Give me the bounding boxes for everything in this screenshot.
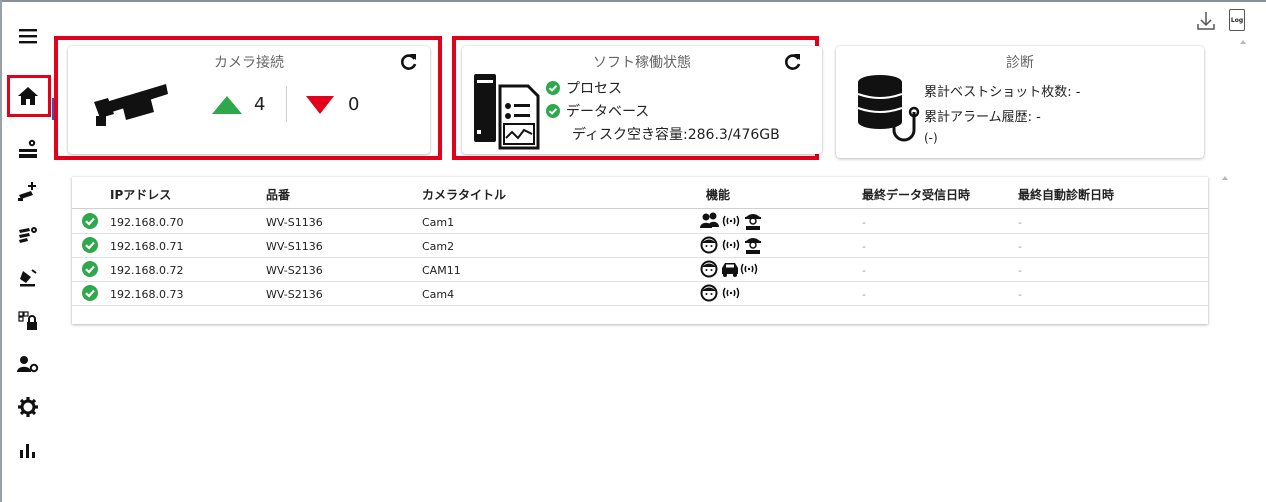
- cell-ip: 192.168.0.70: [110, 216, 184, 229]
- table-header: IPアドレス 品番 カメラタイトル 機能 最終データ受信日時 最終自動診断日時: [72, 177, 1208, 209]
- connection-divider: [286, 86, 287, 122]
- menu-icon[interactable]: [2, 16, 54, 56]
- alarm-icon[interactable]: [2, 258, 54, 298]
- device-lock-icon[interactable]: [2, 301, 54, 341]
- server-report-icon: [474, 74, 540, 150]
- cell-title: Cam1: [422, 216, 455, 229]
- check-icon: [82, 237, 98, 253]
- camera-connection-card: カメラ接続 4 0: [68, 46, 430, 154]
- face-icon: [700, 260, 718, 278]
- connected-count: 4: [254, 94, 266, 115]
- radio-waves-icon: [722, 287, 740, 299]
- cell-last-diag: -: [1018, 216, 1022, 229]
- check-icon: [82, 213, 98, 229]
- cell-title: Cam2: [422, 240, 455, 253]
- cell-last-data: -: [862, 240, 866, 253]
- user-settings-icon[interactable]: [2, 344, 54, 384]
- cell-model: WV-S1136: [266, 216, 323, 229]
- download-icon[interactable]: [1195, 10, 1217, 36]
- software-status-title: ソフト稼働状態: [593, 55, 691, 71]
- scroll-up-arrow[interactable]: [1240, 40, 1246, 44]
- car-icon: [722, 263, 738, 277]
- radio-waves-icon: [722, 239, 740, 251]
- alarm-history-count: 累計アラーム履歴: -: [924, 110, 1041, 125]
- check-icon: [546, 81, 560, 95]
- add-camera-icon[interactable]: [2, 172, 54, 212]
- check-icon: [82, 285, 98, 301]
- process-status: プロセス: [546, 78, 622, 98]
- cell-model: WV-S2136: [266, 288, 323, 301]
- camera-group-settings-icon[interactable]: [2, 215, 54, 255]
- check-icon: [546, 104, 560, 118]
- disk-space-label: ディスク空き容量:286.3/476GB: [572, 127, 780, 143]
- log-button[interactable]: Log: [1229, 9, 1245, 31]
- table-scroll-up-arrow[interactable]: [1222, 176, 1228, 180]
- disk-space: ディスク空き容量:286.3/476GB: [572, 124, 780, 144]
- statistics-icon[interactable]: [2, 430, 54, 470]
- diagnosis-extra: (-): [924, 131, 938, 145]
- features-face-radio: [700, 284, 740, 302]
- cell-model: WV-S2136: [266, 264, 323, 277]
- cell-last-diag: -: [1018, 264, 1022, 277]
- worker-icon: [745, 238, 761, 254]
- camera-settings-icon[interactable]: [2, 129, 54, 169]
- table-row[interactable]: 192.168.0.73 WV-S2136 Cam4 - -: [72, 282, 1208, 306]
- home-icon[interactable]: [2, 76, 54, 116]
- disconnected-down-icon: [306, 96, 334, 114]
- features-face-car-radio: [700, 260, 758, 278]
- sidebar: [2, 2, 54, 502]
- column-header-last-diag[interactable]: 最終自動診断日時: [1018, 186, 1114, 203]
- cell-last-data: -: [862, 288, 866, 301]
- radio-waves-icon: [740, 263, 758, 275]
- cell-title: Cam4: [422, 288, 455, 301]
- cell-model: WV-S1136: [266, 240, 323, 253]
- cell-last-diag: -: [1018, 288, 1022, 301]
- cell-ip: 192.168.0.73: [110, 288, 184, 301]
- column-header-title[interactable]: カメラタイトル: [422, 186, 506, 203]
- column-header-last-data[interactable]: 最終データ受信日時: [862, 186, 970, 203]
- table-row[interactable]: 192.168.0.72 WV-S2136 CAM11 - -: [72, 258, 1208, 282]
- column-header-features[interactable]: 機能: [706, 186, 730, 203]
- camera-icon: [94, 84, 168, 126]
- disconnected-count: 0: [348, 94, 360, 115]
- features-face-radio-worker: [700, 236, 761, 254]
- table-row[interactable]: 192.168.0.70 WV-S1136 Cam1 - -: [72, 210, 1208, 234]
- camera-table: IPアドレス 品番 カメラタイトル 機能 最終データ受信日時 最終自動診断日時 …: [72, 177, 1208, 324]
- diagnosis-title: 診断: [1006, 55, 1034, 71]
- window-top-border: [0, 0, 1266, 2]
- camera-connection-title: カメラ接続: [214, 55, 284, 71]
- cell-last-data: -: [862, 216, 866, 229]
- face-icon: [700, 236, 718, 254]
- log-label: Log: [1230, 16, 1244, 24]
- people-icon: [700, 212, 719, 228]
- gear-icon[interactable]: [2, 387, 54, 427]
- table-row[interactable]: 192.168.0.71 WV-S1136 Cam2 - -: [72, 234, 1208, 258]
- cell-last-data: -: [862, 264, 866, 277]
- connected-up-icon: [212, 96, 242, 114]
- diagnosis-card: 診断 累計ベストショット枚数: - 累計アラーム履歴: - (-): [836, 46, 1204, 158]
- database-label: データベース: [566, 104, 650, 120]
- refresh-icon[interactable]: [399, 52, 419, 72]
- process-label: プロセス: [566, 81, 622, 97]
- worker-icon: [745, 214, 761, 230]
- radio-waves-icon: [722, 215, 740, 227]
- column-header-model[interactable]: 品番: [266, 186, 290, 203]
- cell-ip: 192.168.0.71: [110, 240, 184, 253]
- cell-ip: 192.168.0.72: [110, 264, 184, 277]
- database-status: データベース: [546, 101, 649, 121]
- column-header-ip[interactable]: IPアドレス: [110, 186, 171, 203]
- cell-title: CAM11: [422, 264, 461, 277]
- best-shot-count: 累計ベストショット枚数: -: [924, 85, 1081, 100]
- refresh-icon[interactable]: [783, 52, 803, 72]
- check-icon: [82, 261, 98, 277]
- database-diagnosis-icon: [857, 75, 920, 142]
- features-people-radio-worker: [700, 212, 761, 230]
- cell-last-diag: -: [1018, 240, 1022, 253]
- face-icon: [700, 284, 718, 302]
- software-status-card: ソフト稼働状態 プロセス データベース ディスク空き容量:286.3/476GB: [462, 46, 822, 154]
